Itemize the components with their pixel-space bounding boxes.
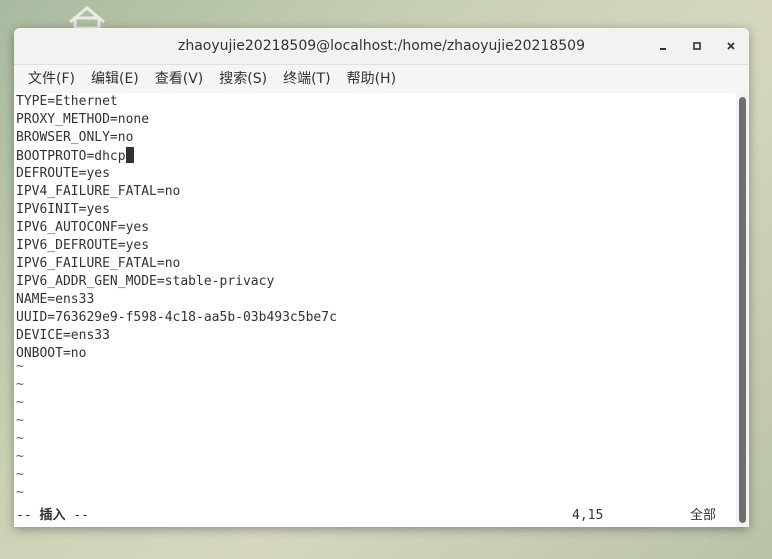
text-cursor <box>125 147 134 163</box>
status-mode-label: 插入 <box>39 508 66 523</box>
editor-line: NAME=ens33 <box>16 292 95 307</box>
editor-line: IPV6_DEFROUTE=yes <box>16 238 150 253</box>
terminal-content[interactable]: TYPE=Ethernet PROXY_METHOD=none BROWSER_… <box>14 93 736 527</box>
empty-line-tilde: ~ <box>16 449 24 464</box>
menu-terminal[interactable]: 终端(T) <box>275 65 338 93</box>
empty-line-tilde: ~ <box>16 377 24 392</box>
empty-line-tilde: ~ <box>16 359 24 374</box>
title-bar[interactable]: zhaoyujie20218509@localhost:/home/zhaoyu… <box>14 28 749 65</box>
minimize-icon <box>660 48 666 50</box>
maximize-icon <box>693 42 701 50</box>
window-title: zhaoyujie20218509@localhost:/home/zhaoyu… <box>177 38 586 54</box>
home-folder-desktop-icon[interactable] <box>62 0 112 30</box>
close-icon <box>727 42 735 50</box>
editor-line: IPV6_FAILURE_FATAL=no <box>16 256 181 271</box>
editor-line: ONBOOT=no <box>16 346 87 361</box>
empty-line-tilde: ~ <box>16 395 24 410</box>
editor-line: BROWSER_ONLY=no <box>16 130 134 145</box>
status-cursor-position: 4,15 <box>572 508 604 523</box>
status-mode-prefix: -- <box>16 508 40 523</box>
editor-line: TYPE=Ethernet <box>16 94 118 109</box>
editor-line: IPV4_FAILURE_FATAL=no <box>16 184 181 199</box>
scrollbar-thumb[interactable] <box>739 97 746 523</box>
close-button[interactable] <box>722 37 740 55</box>
menu-view[interactable]: 查看(V) <box>147 65 212 93</box>
editor-line: IPV6_AUTOCONF=yes <box>16 220 150 235</box>
terminal-window: zhaoyujie20218509@localhost:/home/zhaoyu… <box>14 28 749 527</box>
status-scroll-indicator: 全部 <box>690 508 717 523</box>
vertical-scrollbar[interactable] <box>736 93 749 527</box>
editor-line: UUID=763629e9-f598-4c18-aa5b-03b493c5be7… <box>16 310 337 325</box>
menu-help[interactable]: 帮助(H) <box>339 65 404 93</box>
editor-line: PROXY_METHOD=none <box>16 112 150 127</box>
status-mode-suffix: -- <box>65 508 89 523</box>
editor-line: DEFROUTE=yes <box>16 166 110 181</box>
editor-line: IPV6INIT=yes <box>16 202 110 217</box>
maximize-button[interactable] <box>688 37 706 55</box>
editor-line: IPV6_ADDR_GEN_MODE=stable-privacy <box>16 274 275 289</box>
empty-line-tilde: ~ <box>16 413 24 428</box>
empty-line-tilde: ~ <box>16 485 24 500</box>
menu-edit[interactable]: 编辑(E) <box>83 65 147 93</box>
editor-line-cursor: BOOTPROTO=dhcp <box>16 147 134 165</box>
editor-line-text: BOOTPROTO=dhcp <box>16 149 126 164</box>
editor-line: DEVICE=ens33 <box>16 328 110 343</box>
minimize-button[interactable] <box>654 37 672 55</box>
menu-bar: 文件(F) 编辑(E) 查看(V) 搜索(S) 终端(T) 帮助(H) <box>14 65 749 94</box>
empty-line-tilde: ~ <box>16 431 24 446</box>
empty-line-tilde: ~ <box>16 467 24 482</box>
menu-search[interactable]: 搜索(S) <box>211 65 275 93</box>
status-mode: -- 插入 -- <box>16 507 89 525</box>
menu-file[interactable]: 文件(F) <box>20 65 83 93</box>
